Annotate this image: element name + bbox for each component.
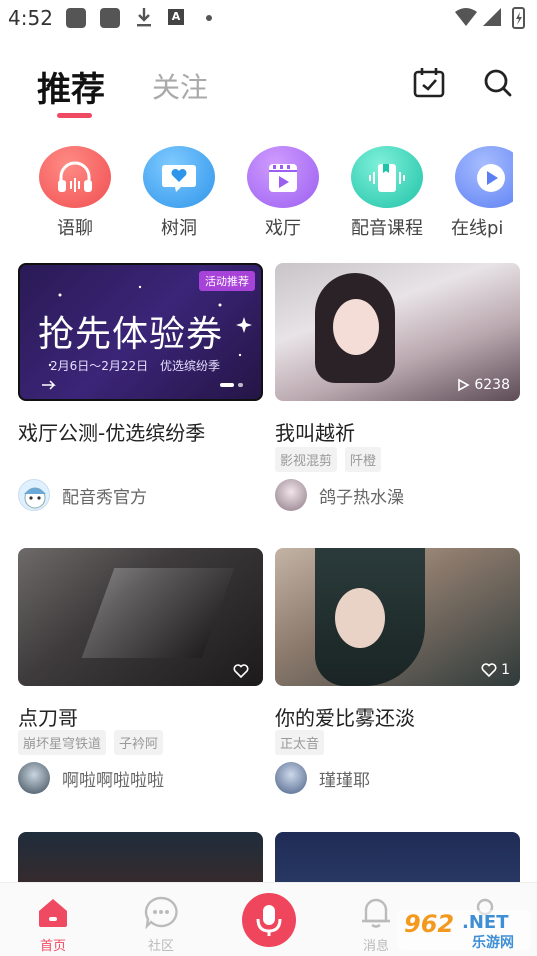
notification-icon bbox=[66, 8, 86, 28]
card-thumbnail[interactable] bbox=[18, 548, 263, 686]
heart-chat-icon bbox=[162, 165, 196, 192]
watermark-suffix: .NET bbox=[462, 912, 509, 933]
avatar[interactable] bbox=[18, 762, 50, 794]
film-icon bbox=[269, 164, 297, 192]
nav-community[interactable]: 社区 bbox=[126, 883, 196, 956]
category-dubbing-course[interactable]: 配音课程 bbox=[347, 146, 427, 239]
play-count-icon bbox=[458, 378, 471, 392]
category-online-pi[interactable]: 在线pi bbox=[451, 146, 513, 238]
like-count-value: 1 bbox=[501, 662, 510, 678]
card-title[interactable]: 你的爱比雾还淡 bbox=[275, 702, 415, 731]
card-tags: 正太音 bbox=[275, 730, 325, 755]
category-theater[interactable]: 戏厅 bbox=[243, 146, 323, 239]
tag[interactable]: 影视混剪 bbox=[275, 447, 338, 472]
watermark-brand: 962 bbox=[404, 910, 455, 938]
like-count: 1 bbox=[481, 662, 510, 678]
video-figure-face bbox=[335, 588, 385, 648]
avatar-mascot-icon bbox=[24, 487, 46, 509]
banner-subtitle: 优选缤纷季 bbox=[160, 359, 221, 373]
category-label: 树洞 bbox=[161, 218, 197, 239]
card-title[interactable]: 点刀哥 bbox=[18, 702, 78, 731]
nav-label: 社区 bbox=[147, 939, 174, 954]
card-thumbnail[interactable]: 1 bbox=[275, 548, 520, 686]
status-bar: 4:52 A bbox=[0, 0, 537, 36]
card-tags: 崩坏星穹铁道 子衿阿 bbox=[18, 730, 164, 755]
tag[interactable]: 正太音 bbox=[275, 730, 325, 755]
banner-title: 抢先体验券 bbox=[38, 314, 224, 355]
record-button[interactable] bbox=[242, 893, 296, 947]
play-icon bbox=[477, 164, 505, 192]
play-count-value: 6238 bbox=[474, 377, 510, 393]
card-author[interactable]: 瑾瑾耶 bbox=[275, 761, 370, 795]
author-name: 瑾瑾耶 bbox=[319, 770, 370, 791]
card-author[interactable]: 啊啦啊啦啦啦 bbox=[18, 761, 164, 795]
tab-follow[interactable]: 关注 bbox=[152, 66, 208, 106]
search-icon[interactable] bbox=[481, 66, 515, 100]
like-count bbox=[233, 664, 253, 678]
category-label: 配音课程 bbox=[351, 218, 423, 239]
card-thumbnail[interactable]: 6238 bbox=[275, 263, 520, 401]
author-name: 配音秀官方 bbox=[62, 487, 147, 508]
card-tags: 影视混剪 阡橙 bbox=[275, 447, 382, 472]
tag[interactable]: 崩坏星穹铁道 bbox=[18, 730, 107, 755]
signal-battery-icon bbox=[455, 7, 525, 29]
avatar[interactable] bbox=[275, 479, 307, 511]
avatar[interactable] bbox=[18, 479, 50, 511]
heart-icon bbox=[481, 663, 497, 677]
category-tree-hole[interactable]: 树洞 bbox=[139, 146, 219, 239]
author-name: 鸽子热水澡 bbox=[319, 487, 404, 508]
nav-label: 首页 bbox=[39, 939, 66, 954]
home-icon bbox=[39, 899, 67, 927]
avatar[interactable] bbox=[275, 762, 307, 794]
notification-icon bbox=[100, 8, 120, 28]
tag[interactable]: 子衿阿 bbox=[114, 730, 164, 755]
card-title[interactable]: 戏厅公测-优选缤纷季 bbox=[18, 417, 205, 446]
book-icon bbox=[369, 164, 405, 192]
tag[interactable]: 阡橙 bbox=[345, 447, 382, 472]
nav-home[interactable]: 首页 bbox=[18, 883, 88, 956]
banner-date: 2月6日～2月22日 bbox=[50, 359, 149, 373]
video-figure bbox=[81, 568, 235, 658]
tab-recommend[interactable]: 推荐 bbox=[37, 62, 105, 111]
heart-icon bbox=[233, 664, 249, 678]
category-label: 戏厅 bbox=[265, 218, 301, 239]
active-tab-indicator bbox=[57, 113, 92, 118]
feed-card[interactable]: 1 你的爱比雾还淡 正太音 瑾瑾耶 bbox=[275, 548, 520, 798]
card-author[interactable]: 配音秀官方 bbox=[18, 478, 147, 512]
feed-card[interactable]: 点刀哥 崩坏星穹铁道 子衿阿 啊啦啊啦啦啦 bbox=[18, 548, 263, 798]
feed-card[interactable]: 活动推荐 抢先体验券 2月6日～2月22日 优选缤纷季 戏厅公测-优选缤纷季 配… bbox=[18, 263, 263, 523]
author-name: 啊啦啊啦啦啦 bbox=[62, 770, 164, 791]
status-time: 4:52 bbox=[8, 6, 53, 30]
category-label: 在线pi bbox=[451, 218, 504, 238]
more-notifications-icon bbox=[206, 15, 212, 21]
microphone-icon bbox=[256, 905, 282, 936]
play-count: 6238 bbox=[456, 377, 510, 393]
chat-bubble-icon bbox=[144, 896, 178, 929]
bell-icon bbox=[362, 898, 390, 928]
headphones-icon bbox=[58, 161, 92, 192]
card-title[interactable]: 我叫越祈 bbox=[275, 417, 355, 446]
watermark-subtitle: 乐游网 bbox=[472, 935, 514, 951]
download-icon bbox=[137, 8, 151, 27]
watermark-logo: 962 .NET 乐游网 bbox=[398, 908, 530, 952]
video-figure-face bbox=[333, 299, 379, 355]
checkin-calendar-icon[interactable] bbox=[412, 66, 446, 100]
card-author[interactable]: 鸽子热水澡 bbox=[275, 478, 404, 512]
app-notification-icon: A bbox=[168, 9, 184, 25]
category-voice-chat[interactable]: 语聊 bbox=[35, 146, 115, 239]
card-thumbnail[interactable]: 活动推荐 抢先体验券 2月6日～2月22日 优选缤纷季 bbox=[18, 263, 263, 401]
category-label: 语聊 bbox=[57, 218, 93, 239]
feed-card[interactable]: 6238 我叫越祈 影视混剪 阡橙 鸽子热水澡 bbox=[275, 263, 520, 523]
